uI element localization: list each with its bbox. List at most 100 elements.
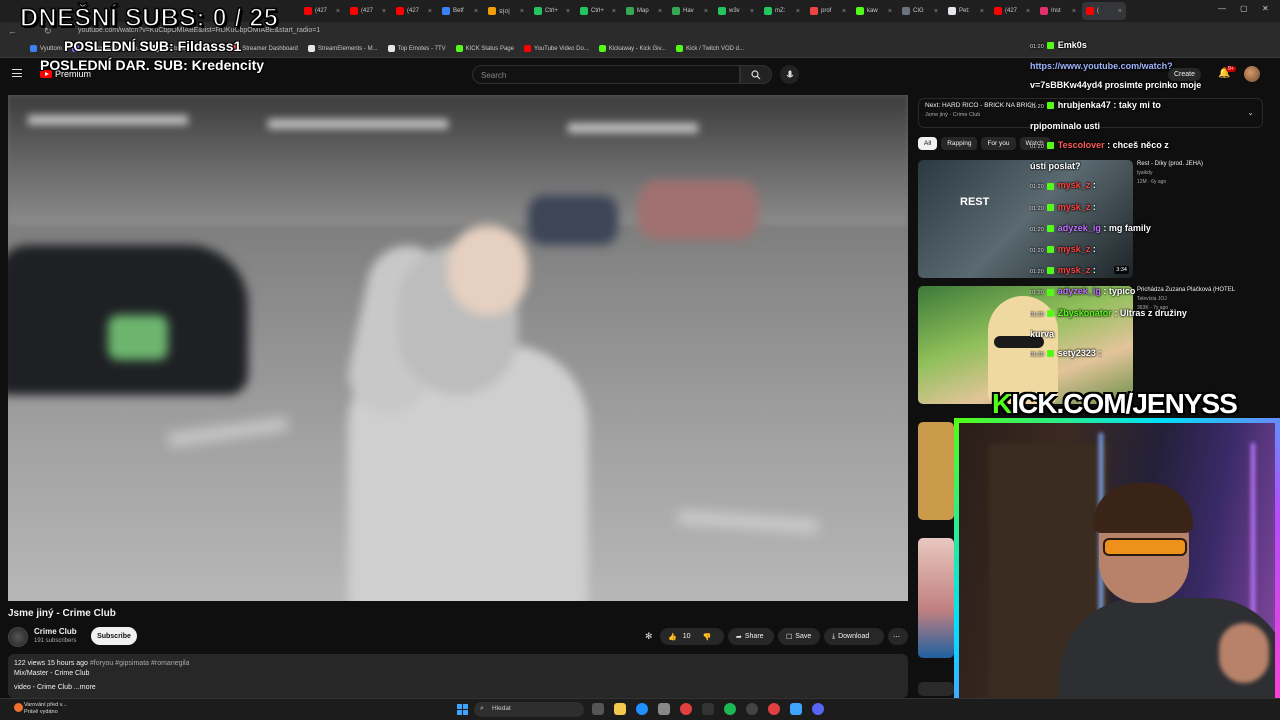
- browser-tab[interactable]: (427 ×: [392, 2, 436, 20]
- save-button[interactable]: ☐ Save: [778, 628, 820, 645]
- close-tab-icon[interactable]: ×: [428, 8, 432, 15]
- browser-tab[interactable]: (427 ×: [300, 2, 344, 20]
- show-more-link[interactable]: ...more: [74, 684, 96, 691]
- recommendation-thumbnail[interactable]: [918, 538, 954, 658]
- browser-tab[interactable]: mZ: ×: [760, 2, 804, 20]
- search-button[interactable]: [740, 65, 772, 84]
- taskbar-search[interactable]: ⌕ Hledat: [474, 702, 584, 717]
- channel-avatar[interactable]: [8, 627, 28, 647]
- bookmark-item[interactable]: KICK Status Page: [455, 45, 514, 52]
- chrome-icon[interactable]: [768, 703, 780, 715]
- share-button[interactable]: ➦ Share: [728, 628, 774, 645]
- obs-icon[interactable]: [746, 703, 758, 715]
- channel-name[interactable]: Crime Club: [34, 627, 77, 636]
- video-description[interactable]: 122 views 15 hours ago #foryou #gipsimat…: [8, 654, 908, 698]
- close-tab-icon[interactable]: ×: [796, 8, 800, 15]
- bookmark-item[interactable]: Vyuttom: [30, 45, 62, 52]
- store-icon[interactable]: [658, 703, 670, 715]
- recommendation-thumbnail[interactable]: [918, 682, 954, 696]
- browser-tab[interactable]: Inst ×: [1036, 2, 1080, 20]
- close-tab-icon[interactable]: ×: [1072, 8, 1076, 15]
- more-actions-button[interactable]: ⋯: [888, 628, 908, 645]
- browser-tab[interactable]: (×: [1082, 2, 1126, 20]
- close-tab-icon[interactable]: ×: [934, 8, 938, 15]
- close-tab-icon[interactable]: ×: [382, 8, 386, 15]
- discord-icon[interactable]: [812, 703, 824, 715]
- close-tab-icon[interactable]: ×: [612, 8, 616, 15]
- start-button[interactable]: [457, 704, 468, 715]
- subscribe-button[interactable]: Subscribe: [91, 627, 137, 645]
- dislike-icon[interactable]: 👎: [703, 633, 712, 641]
- tab-label: kaw: [867, 8, 878, 14]
- close-window-icon[interactable]: ✕: [1262, 4, 1269, 13]
- edge-icon[interactable]: [636, 703, 648, 715]
- browser-tab[interactable]: prof ×: [806, 2, 850, 20]
- browser-tab[interactable]: Betf ×: [438, 2, 482, 20]
- close-tab-icon[interactable]: ×: [1026, 8, 1030, 15]
- chat-message: 01:20 mysk_z :: [1030, 261, 1275, 282]
- like-count[interactable]: 10: [683, 633, 691, 640]
- like-icon[interactable]: 👍: [668, 633, 677, 641]
- close-tab-icon[interactable]: ×: [842, 8, 846, 15]
- gear-icon[interactable]: ✻: [645, 631, 653, 642]
- chat-text: :: [1092, 201, 1096, 212]
- chat-link[interactable]: https://www.youtube.com/watch?: [1030, 61, 1173, 71]
- chat-timestamp: 01:20: [1030, 144, 1044, 151]
- video-frame-car: [638, 180, 758, 240]
- close-tab-icon[interactable]: ×: [704, 8, 708, 15]
- browser-tab[interactable]: Ctrl+ ×: [576, 2, 620, 20]
- close-tab-icon[interactable]: ×: [1118, 8, 1122, 15]
- tab-favicon-icon: [994, 7, 1002, 15]
- search-input[interactable]: Search: [472, 65, 740, 84]
- weather-widget[interactable]: Varování před v... Právě vydáno: [14, 702, 67, 716]
- filter-chip[interactable]: For you: [981, 137, 1016, 150]
- download-button[interactable]: ⤓ Download: [824, 628, 884, 645]
- chat-message: 01:20 Tescolover : chceš něco z: [1030, 136, 1275, 157]
- voice-search-button[interactable]: [780, 65, 799, 84]
- browser-tab[interactable]: kaw ×: [852, 2, 896, 20]
- bookmark-item[interactable]: Kickaway - Kick Giv...: [598, 45, 666, 52]
- browser-tab[interactable]: w3v ×: [714, 2, 758, 20]
- video-player[interactable]: [8, 95, 908, 601]
- browser-tab[interactable]: 와이 ×: [484, 2, 528, 20]
- close-tab-icon[interactable]: ×: [566, 8, 570, 15]
- browser-tab[interactable]: CIG ×: [898, 2, 942, 20]
- file-explorer-icon[interactable]: [614, 703, 626, 715]
- chat-message: 01:20 Emk0s: [1030, 36, 1275, 57]
- chat-timestamp: 01:20: [1030, 205, 1044, 212]
- chrome-icon[interactable]: [680, 703, 692, 715]
- close-tab-icon[interactable]: ×: [888, 8, 892, 15]
- browser-tab[interactable]: (427 ×: [346, 2, 390, 20]
- close-tab-icon[interactable]: ×: [658, 8, 662, 15]
- chat-message: 01:20 mysk_z :: [1030, 176, 1275, 197]
- close-tab-icon[interactable]: ×: [336, 8, 340, 15]
- filter-chip[interactable]: Rapping: [941, 137, 978, 150]
- bookmark-item[interactable]: Streamer Dashboard: [232, 45, 298, 52]
- bookmark-item[interactable]: YouTube Video Do...: [524, 45, 589, 52]
- recommendation-thumbnail[interactable]: [918, 422, 954, 520]
- kick-url-banner: KICK.COM/JENYSS: [992, 388, 1238, 419]
- back-icon[interactable]: ←: [8, 26, 17, 36]
- bookmark-item[interactable]: Top Emotes - 7TV: [387, 45, 446, 52]
- spotify-icon[interactable]: [724, 703, 736, 715]
- filter-chip[interactable]: All: [918, 137, 938, 150]
- notepad-icon[interactable]: [790, 703, 802, 715]
- terminal-icon[interactable]: [702, 703, 714, 715]
- browser-tab[interactable]: Ctrl+ ×: [530, 2, 574, 20]
- task-view-icon[interactable]: [592, 703, 604, 715]
- browser-tab[interactable]: Hav ×: [668, 2, 712, 20]
- browser-tab[interactable]: Pet: ×: [944, 2, 988, 20]
- close-tab-icon[interactable]: ×: [750, 8, 754, 15]
- close-tab-icon[interactable]: ×: [474, 8, 478, 15]
- browser-tab[interactable]: Map ×: [622, 2, 666, 20]
- hashtags[interactable]: #foryou #gipsimata #romanegila: [90, 660, 190, 667]
- browser-tab[interactable]: (427 ×: [990, 2, 1034, 20]
- minimize-icon[interactable]: —: [1218, 4, 1226, 13]
- close-tab-icon[interactable]: ×: [520, 8, 524, 15]
- hamburger-menu-icon[interactable]: [12, 69, 22, 77]
- video-frame-light: [268, 119, 448, 129]
- maximize-icon[interactable]: ▢: [1240, 4, 1248, 13]
- close-tab-icon[interactable]: ×: [980, 8, 984, 15]
- bookmark-item[interactable]: Kick / Twitch VOD d...: [676, 45, 744, 52]
- bookmark-item[interactable]: StreamElements - M...: [307, 45, 378, 52]
